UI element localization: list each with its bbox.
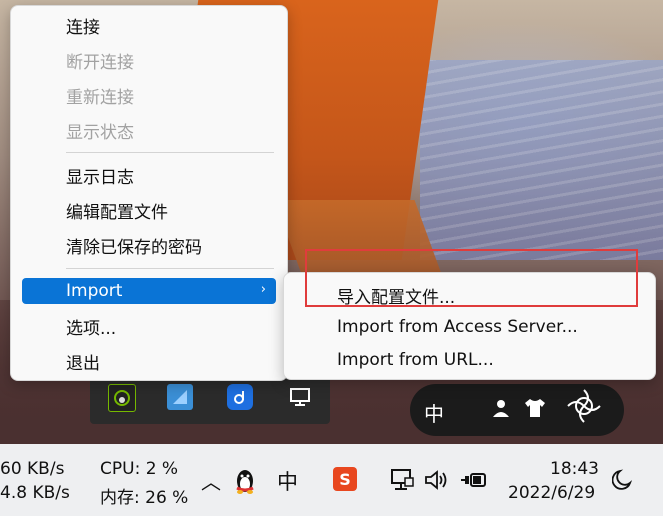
moon-focus-icon[interactable] (610, 468, 634, 492)
ime-lang-taskbar[interactable]: 中 (277, 466, 298, 496)
qq-penguin-icon[interactable] (233, 468, 257, 494)
menu-separator (66, 268, 274, 269)
context-menu: 连接 断开连接 重新连接 显示状态 显示日志 编辑配置文件 清除已保存的密码 I… (10, 5, 288, 381)
cpu-usage: CPU: 2 % (100, 459, 179, 479)
ime-lang-label[interactable]: 中 (424, 398, 444, 427)
clock-date[interactable]: 2022/6/29 (508, 483, 595, 503)
menu-item-reconnect: 重新连接 (66, 87, 134, 108)
sogou-ime-letter: S (339, 469, 351, 489)
user-icon[interactable] (492, 398, 510, 423)
upload-speed: 60 KB/s (0, 459, 65, 479)
submenu-arrow-icon: › (260, 282, 266, 297)
menu-item-exit[interactable]: 退出 (22, 348, 276, 374)
battery-charging-icon[interactable] (460, 468, 488, 492)
clock-time[interactable]: 18:43 (550, 459, 599, 479)
shirt-icon[interactable] (524, 398, 546, 423)
nvidia-icon[interactable] (108, 384, 136, 412)
sogou-ime-icon[interactable]: S (333, 467, 357, 491)
network-monitor-icon[interactable] (287, 384, 313, 410)
download-speed: 4.8 KB/s (0, 483, 70, 503)
moon-icon[interactable] (462, 398, 478, 423)
speaker-icon[interactable] (424, 468, 450, 492)
network-icon[interactable] (388, 466, 416, 494)
menu-item-options[interactable]: 选项... (22, 313, 276, 339)
menu-item-clear-passwords[interactable]: 清除已保存的密码 (22, 232, 276, 258)
chevron-up-icon[interactable]: ︿ (201, 466, 221, 495)
menu-item-import-label: Import (66, 281, 123, 301)
app-blue-icon[interactable] (167, 384, 193, 410)
music-d-icon[interactable] (227, 384, 253, 410)
submenu-item-import-url[interactable]: Import from URL... (284, 345, 655, 375)
menu-item-disconnect: 断开连接 (66, 52, 134, 73)
menu-item-show-log[interactable]: 显示日志 (22, 162, 276, 188)
menu-item-import[interactable]: Import › (22, 278, 276, 304)
memory-usage: 内存: 26 % (100, 488, 189, 508)
wallpaper-sea (420, 60, 663, 260)
aperture-logo-icon[interactable] (562, 388, 606, 429)
menu-item-show-status: 显示状态 (66, 122, 134, 143)
submenu-item-import-access-server[interactable]: Import from Access Server... (284, 312, 655, 342)
menu-item-edit-config[interactable]: 编辑配置文件 (22, 197, 276, 223)
highlight-annotation-box (305, 249, 638, 307)
menu-separator (66, 152, 274, 153)
menu-item-connect[interactable]: 连接 (22, 12, 276, 38)
